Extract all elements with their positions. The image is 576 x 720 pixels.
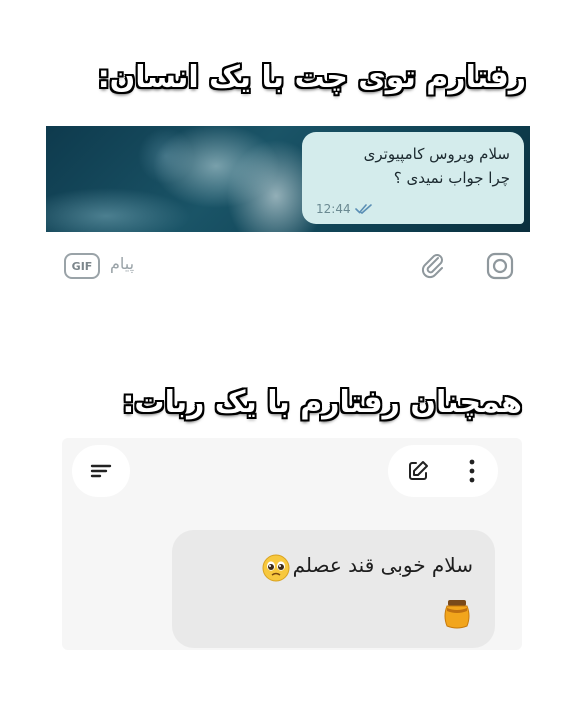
edit-icon[interactable] [406, 459, 430, 483]
sent-message-bubble[interactable]: سلام ویروس کامپیوتری چرا جواب نمیدی ؟ 12… [302, 132, 524, 224]
actions-toolbar [388, 445, 498, 497]
double-check-icon [354, 204, 372, 214]
message-input-bar: GIF پیام [46, 238, 530, 294]
message-line-2: چرا جواب نمیدی ؟ [393, 169, 510, 187]
honey-pot-icon [444, 600, 470, 629]
message-meta: 12:44 [316, 202, 373, 216]
message-line-1: سلام ویروس کامپیوتری [363, 145, 510, 163]
message-input[interactable]: پیام [110, 254, 134, 273]
bot-message-bubble[interactable]: سلام خوبی قند عصلم [172, 530, 495, 648]
menu-icon [90, 464, 112, 478]
pleading-face-icon [262, 554, 290, 581]
attach-icon[interactable] [418, 250, 448, 280]
menu-button[interactable] [72, 445, 130, 497]
message-time: 12:44 [316, 202, 351, 216]
gif-button[interactable]: GIF [64, 253, 100, 279]
bot-message-text: سلام خوبی قند عصلم [292, 553, 473, 577]
caption-bot: همچنان رفتارم با یک ربات: [122, 385, 522, 420]
more-vertical-icon[interactable] [462, 457, 482, 485]
caption-human: رفتارم توی چت با یک انسان: [97, 60, 526, 95]
camera-icon[interactable] [484, 250, 516, 282]
